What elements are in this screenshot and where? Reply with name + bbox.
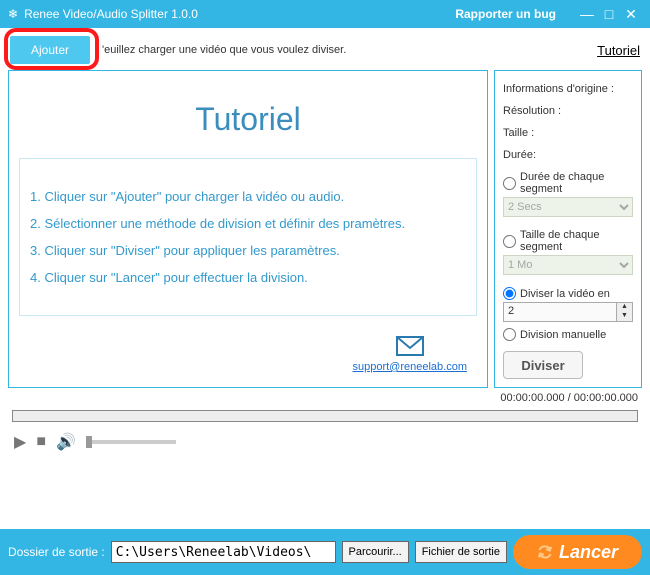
resolution-label: Résolution : xyxy=(503,105,633,117)
spin-down-icon[interactable]: ▼ xyxy=(617,312,632,321)
divide-button[interactable]: Diviser xyxy=(503,351,583,379)
stop-icon[interactable]: ■ xyxy=(36,433,46,451)
opt-size-radio[interactable] xyxy=(503,235,516,248)
info-header: Informations d'origine : xyxy=(503,83,633,95)
size-select[interactable]: 1 Mo xyxy=(503,255,633,275)
opt-size[interactable]: Taille de chaque segment xyxy=(503,229,633,253)
seek-area xyxy=(0,404,650,426)
tutorial-step: 3. Cliquer sur "Diviser" pour appliquer … xyxy=(30,243,466,258)
opt-duration-radio[interactable] xyxy=(503,177,516,190)
opt-split-radio[interactable] xyxy=(503,287,516,300)
app-window: ❄ Renee Video/Audio Splitter 1.0.0 Rappo… xyxy=(0,0,650,575)
play-icon[interactable]: ▶ xyxy=(14,432,26,452)
opt-manual-radio[interactable] xyxy=(503,328,516,341)
opt-split[interactable]: Diviser la vidéo en xyxy=(503,287,633,300)
titlebar: ❄ Renee Video/Audio Splitter 1.0.0 Rappo… xyxy=(0,0,650,28)
size-label: Taille : xyxy=(503,127,633,139)
support-email-link[interactable]: support@reneelab.com xyxy=(352,361,467,373)
main-area: Tutoriel 1. Cliquer sur "Ajouter" pour c… xyxy=(0,70,650,388)
app-title: Renee Video/Audio Splitter 1.0.0 xyxy=(24,7,198,21)
time-display: 00:00:00.000 / 00:00:00.000 xyxy=(0,388,650,404)
toolbar: Ajouter 'euillez charger une vidéo que v… xyxy=(0,28,650,70)
refresh-icon xyxy=(535,542,556,563)
playback-controls: ▶ ■ 🔊 xyxy=(0,426,650,458)
add-button[interactable]: Ajouter xyxy=(10,36,90,64)
minimize-button[interactable]: — xyxy=(576,6,598,22)
tutorial-step: 2. Sélectionner une méthode de division … xyxy=(30,216,466,231)
launch-button[interactable]: Lancer xyxy=(513,535,642,569)
split-count-stepper[interactable]: 2 ▲▼ xyxy=(503,302,633,322)
duration-select[interactable]: 2 Secs xyxy=(503,197,633,217)
toolbar-instruction: 'euillez charger une vidéo que vous voul… xyxy=(102,44,346,56)
opt-size-label: Taille de chaque segment xyxy=(520,229,633,253)
browse-button[interactable]: Parcourir... xyxy=(342,541,409,563)
maximize-button[interactable]: □ xyxy=(598,6,620,22)
opt-split-label: Diviser la vidéo en xyxy=(520,288,610,300)
report-bug-link[interactable]: Rapporter un bug xyxy=(455,7,556,21)
volume-slider[interactable] xyxy=(86,440,176,444)
tutorial-step: 1. Cliquer sur "Ajouter" pour charger la… xyxy=(30,189,466,204)
close-button[interactable]: ✕ xyxy=(620,6,642,23)
tutorial-heading: Tutoriel xyxy=(195,101,301,138)
tutorial-step: 4. Cliquer sur "Lancer" pour effectuer l… xyxy=(30,270,466,285)
tutorial-steps-box: 1. Cliquer sur "Ajouter" pour charger la… xyxy=(19,158,477,316)
tutorial-pane: Tutoriel 1. Cliquer sur "Ajouter" pour c… xyxy=(8,70,488,388)
output-path-input[interactable] xyxy=(111,541,336,563)
mail-icon xyxy=(396,343,424,360)
opt-manual[interactable]: Division manuelle xyxy=(503,328,633,341)
opt-manual-label: Division manuelle xyxy=(520,329,606,341)
open-output-button[interactable]: Fichier de sortie xyxy=(415,541,507,563)
support-block: support@reneelab.com xyxy=(352,336,467,373)
spin-up-icon[interactable]: ▲ xyxy=(617,303,632,312)
tutorial-link[interactable]: Tutoriel xyxy=(597,43,640,58)
opt-duration[interactable]: Durée de chaque segment xyxy=(503,171,633,195)
volume-icon[interactable]: 🔊 xyxy=(56,432,76,452)
app-icon: ❄ xyxy=(8,7,18,21)
output-label: Dossier de sortie : xyxy=(8,545,105,559)
seek-bar[interactable] xyxy=(12,410,638,422)
footer: Dossier de sortie : Parcourir... Fichier… xyxy=(0,529,650,575)
launch-label: Lancer xyxy=(559,542,618,563)
options-pane: Informations d'origine : Résolution : Ta… xyxy=(494,70,642,388)
opt-duration-label: Durée de chaque segment xyxy=(520,171,633,195)
duration-label: Durée: xyxy=(503,149,633,161)
split-count-value: 2 xyxy=(504,303,616,321)
